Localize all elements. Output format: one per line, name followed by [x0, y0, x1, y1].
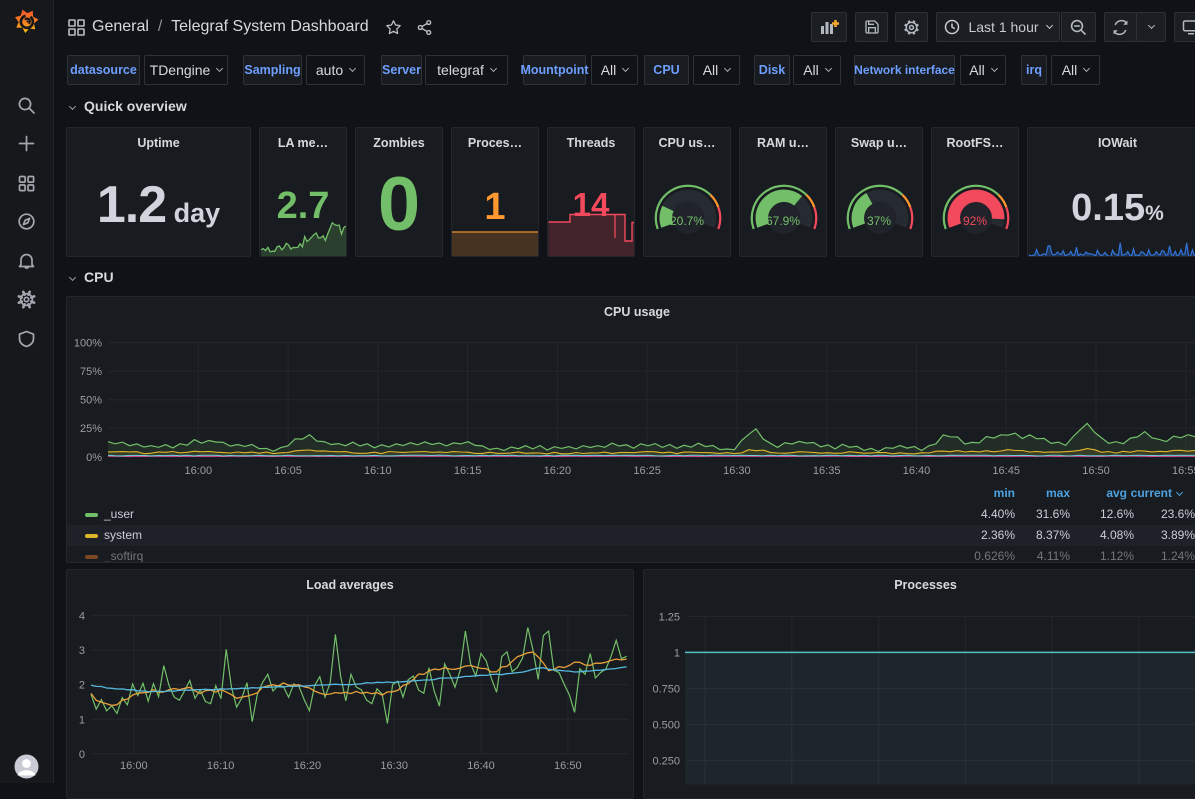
svg-text:16:30: 16:30	[380, 760, 408, 772]
svg-text:16:50: 16:50	[1082, 465, 1110, 477]
svg-text:4: 4	[79, 610, 85, 622]
svg-text:16:00: 16:00	[120, 760, 148, 772]
svg-text:25%: 25%	[80, 423, 102, 435]
svg-text:16:55: 16:55	[1172, 465, 1195, 477]
svg-text:0.500: 0.500	[652, 719, 680, 731]
svg-text:16:00: 16:00	[185, 465, 213, 477]
svg-text:16:10: 16:10	[364, 465, 392, 477]
svg-text:16:15: 16:15	[454, 465, 482, 477]
svg-text:16:20: 16:20	[294, 760, 322, 772]
svg-text:16:35: 16:35	[813, 465, 841, 477]
svg-text:1.25: 1.25	[659, 612, 680, 624]
svg-text:16:30: 16:30	[723, 465, 751, 477]
svg-text:1: 1	[674, 647, 680, 659]
svg-text:16:40: 16:40	[467, 760, 495, 772]
svg-text:3: 3	[79, 645, 85, 657]
svg-text:100%: 100%	[74, 338, 102, 350]
svg-text:2: 2	[79, 680, 85, 692]
svg-text:16:20: 16:20	[544, 465, 572, 477]
svg-text:16:45: 16:45	[992, 465, 1020, 477]
svg-text:16:40: 16:40	[903, 465, 931, 477]
svg-text:16:05: 16:05	[274, 465, 302, 477]
svg-text:0.750: 0.750	[652, 683, 680, 695]
svg-text:16:25: 16:25	[633, 465, 661, 477]
svg-text:75%: 75%	[80, 366, 102, 378]
svg-text:0: 0	[79, 749, 85, 761]
svg-text:0.250: 0.250	[652, 755, 680, 767]
svg-text:1: 1	[79, 714, 85, 726]
svg-text:50%: 50%	[80, 395, 102, 407]
svg-text:0%: 0%	[86, 452, 102, 464]
svg-text:16:10: 16:10	[207, 760, 235, 772]
svg-text:16:50: 16:50	[554, 760, 582, 772]
